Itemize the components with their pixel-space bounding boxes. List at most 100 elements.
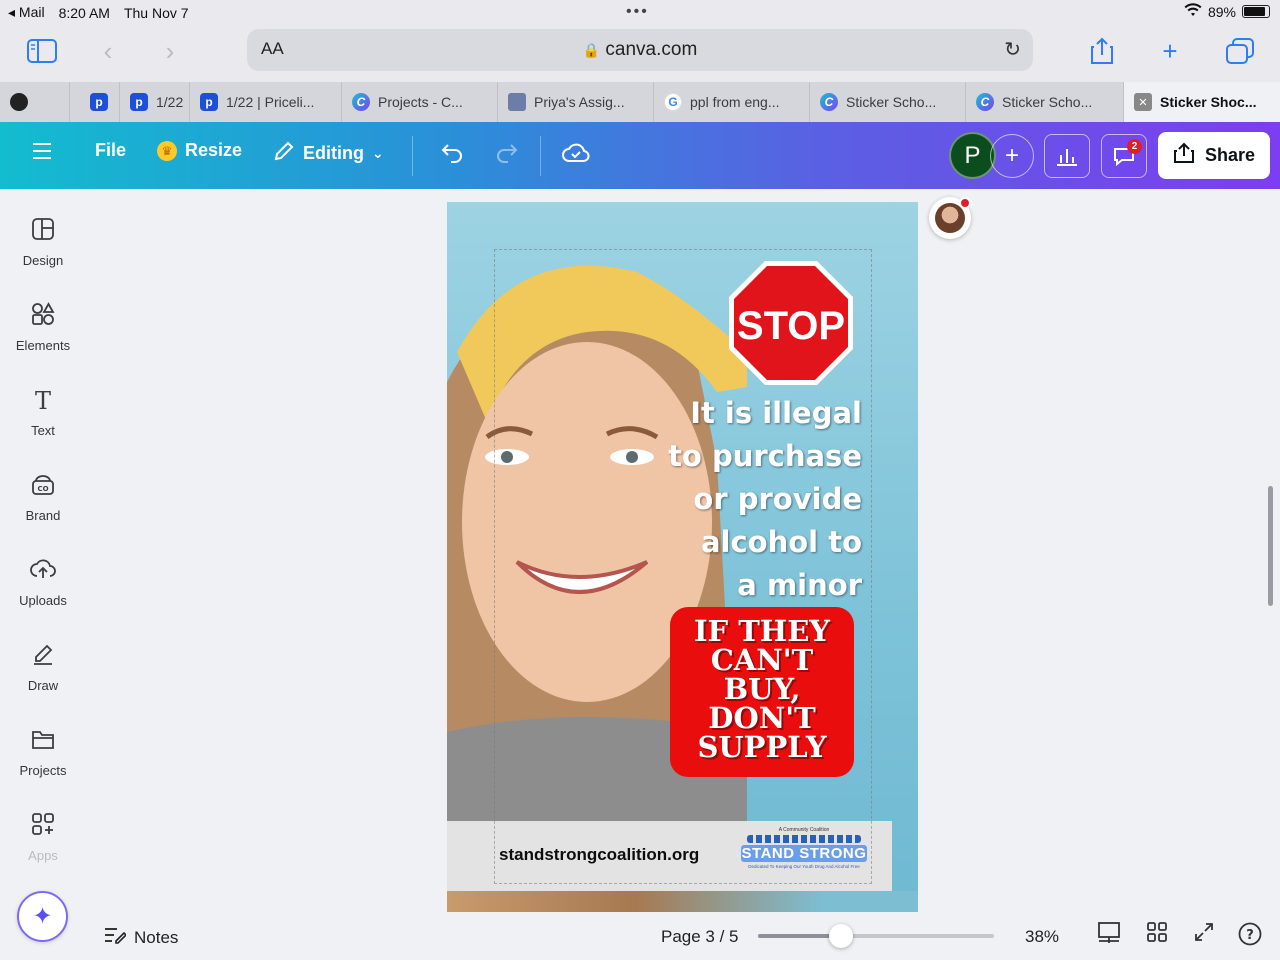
grid-view-icon[interactable] xyxy=(1147,922,1167,948)
text-t-icon: T xyxy=(34,387,51,415)
poster-footer[interactable]: standstrongcoalition.org A Community Coa… xyxy=(447,821,892,891)
page-view-icon[interactable] xyxy=(1098,922,1120,950)
brand-kit-icon: CO xyxy=(0,472,86,500)
slogan-line: CAN'T xyxy=(710,643,814,677)
lock-icon: 🔒 xyxy=(582,42,601,58)
tab-priceline-3[interactable]: p 1/22 | Priceli... xyxy=(190,82,342,122)
tab-strip: p p 1/22 p 1/22 | Priceli... C Projects - C… xyxy=(0,82,1280,122)
tab-priceline-2[interactable]: p 1/22 xyxy=(120,82,190,122)
address-bar[interactable]: AA 🔒 canva.com ↻ xyxy=(247,29,1033,71)
comments-icon[interactable]: 2 xyxy=(1101,134,1147,178)
zoom-level[interactable]: 38% xyxy=(1025,927,1059,947)
editing-mode-dropdown[interactable]: Editing ⌄ xyxy=(273,140,384,167)
sidebar-item-draw[interactable]: Draw xyxy=(0,642,86,693)
logo-tagline-bottom: Dedicated To Keeping Our Youth Drug And … xyxy=(748,864,860,869)
illegal-message-text[interactable]: It is illegal to purchase or provide alc… xyxy=(662,392,862,607)
collaborator-avatar[interactable] xyxy=(929,197,971,239)
back-icon[interactable]: ‹ xyxy=(88,34,128,68)
reload-icon[interactable]: ↻ xyxy=(1004,37,1021,62)
notes-button[interactable]: Notes xyxy=(104,926,178,949)
website-text: standstrongcoalition.org xyxy=(499,845,700,864)
sidebar-item-uploads[interactable]: Uploads xyxy=(0,557,86,608)
object-panel-rail: Design Elements T Text CO Brand Uploads … xyxy=(0,189,86,960)
resize-button[interactable]: ♛ Resize xyxy=(157,140,242,161)
sidebar-item-brand[interactable]: CO Brand xyxy=(0,472,86,523)
close-tab-icon[interactable]: ✕ xyxy=(1134,93,1152,111)
tab-priceline-1[interactable]: p xyxy=(70,82,120,122)
crown-icon: ♛ xyxy=(157,140,177,161)
stop-sign-text: STOP xyxy=(737,304,845,348)
chatgpt-icon xyxy=(10,93,28,111)
slogan-box[interactable]: IF THEY CAN'T BUY, DON'T SUPPLY xyxy=(670,607,854,777)
slogan-line: DON'T xyxy=(708,701,816,735)
share-sheet-icon[interactable] xyxy=(1082,34,1122,68)
slogan-line: BUY, xyxy=(723,672,801,706)
upload-share-icon xyxy=(1173,142,1195,169)
priceline-icon: p xyxy=(130,93,148,111)
file-menu-button[interactable]: File xyxy=(95,140,126,161)
status-date: Thu Nov 7 xyxy=(123,4,189,21)
cloud-upload-icon xyxy=(0,557,86,585)
folder-icon xyxy=(0,727,86,755)
tab-google-search[interactable]: Gppl from eng... xyxy=(654,82,810,122)
vertical-scrollbar[interactable] xyxy=(1268,486,1273,606)
message-line: to purchase xyxy=(668,439,862,473)
priceline-icon: p xyxy=(90,93,108,111)
header-divider xyxy=(540,136,541,176)
tab-pinned-chatgpt[interactable] xyxy=(0,82,70,122)
status-time: 8:20 AM xyxy=(58,4,110,21)
fullscreen-icon[interactable] xyxy=(1194,922,1214,948)
multitask-dots-icon[interactable]: ••• xyxy=(626,3,649,21)
help-icon[interactable]: ? xyxy=(1238,922,1262,952)
canva-icon: C xyxy=(820,93,838,111)
battery-percent: 89% xyxy=(1207,3,1236,20)
redo-icon[interactable] xyxy=(495,142,519,164)
main-menu-icon[interactable] xyxy=(32,142,52,160)
pencil-icon xyxy=(273,140,295,167)
new-tab-icon[interactable]: + xyxy=(1150,34,1190,68)
user-avatar[interactable]: P xyxy=(949,132,996,179)
sidebar-item-design[interactable]: Design xyxy=(0,217,86,268)
forward-icon[interactable]: › xyxy=(150,34,190,68)
tab-priyas-assignment[interactable]: Priya's Assig... xyxy=(498,82,654,122)
message-line: or provide xyxy=(693,482,862,516)
notes-icon xyxy=(104,926,128,949)
sidebar-item-apps[interactable]: Apps xyxy=(0,812,86,863)
editor-footer: Notes Page 3 / 5 38% ? xyxy=(86,912,1280,960)
message-line: a minor xyxy=(737,568,862,602)
share-button[interactable]: Share xyxy=(1158,132,1270,179)
tab-sticker-school-1[interactable]: C Sticker Scho... xyxy=(810,82,966,122)
insights-chart-icon[interactable] xyxy=(1044,134,1090,178)
undo-icon[interactable] xyxy=(440,142,464,164)
magic-sparkle-icon[interactable]: ✦ xyxy=(17,891,68,942)
message-line: alcohol to xyxy=(700,525,862,559)
slogan-line: SUPPLY xyxy=(697,730,827,764)
notification-dot xyxy=(959,197,971,209)
tab-canva-projects[interactable]: C Projects - C... xyxy=(342,82,498,122)
zoom-slider-handle[interactable] xyxy=(828,924,853,948)
sidebar-item-text[interactable]: T Text xyxy=(0,387,86,438)
tab-sticker-school-2[interactable]: C Sticker Scho... xyxy=(966,82,1124,122)
logo-tagline-top: A Community Coalition xyxy=(778,827,830,833)
sidebar-item-projects[interactable]: Projects xyxy=(0,727,86,778)
url-text: 🔒 canva.com xyxy=(582,39,698,60)
canva-editor-header: File ♛ Resize Editing ⌄ P + 2 Share xyxy=(0,122,1280,189)
sidebar-toggle-icon[interactable] xyxy=(22,34,62,68)
invite-collaborator-button[interactable]: + xyxy=(990,134,1034,178)
priceline-icon: p xyxy=(200,93,218,111)
zoom-slider[interactable] xyxy=(758,924,994,948)
page-indicator[interactable]: Page 3 / 5 xyxy=(661,927,739,947)
tab-overview-icon[interactable] xyxy=(1220,34,1260,68)
stop-sign-graphic[interactable]: STOP xyxy=(727,259,855,387)
canva-icon: C xyxy=(352,93,370,111)
svg-text:CO: CO xyxy=(37,485,48,493)
design-layout-icon xyxy=(0,217,86,245)
sidebar-item-elements[interactable]: Elements xyxy=(0,302,86,353)
tab-sticker-shock-active[interactable]: ✕ Sticker Shoc... xyxy=(1124,82,1280,122)
design-page[interactable]: STOP It is illegal to purchase or provid… xyxy=(447,202,918,912)
message-line: It is illegal xyxy=(690,396,862,430)
back-to-app-link[interactable]: ◂ Mail xyxy=(8,4,45,21)
slogan-line: IF THEY xyxy=(693,614,831,648)
apps-grid-icon xyxy=(0,812,86,840)
cloud-saved-icon[interactable] xyxy=(562,142,590,164)
